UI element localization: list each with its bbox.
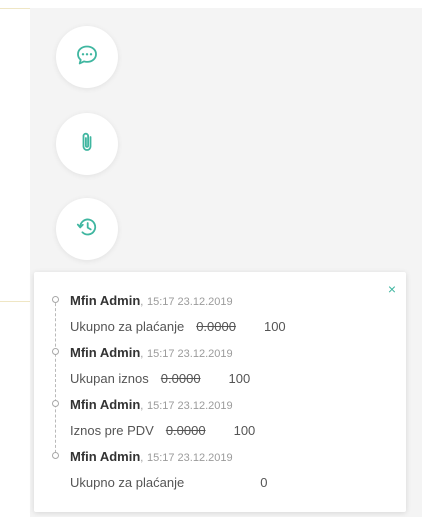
section-divider bbox=[0, 301, 30, 302]
change-row: Ukupno za plaćanje 0 bbox=[70, 474, 267, 492]
timestamp: 15:17 23.12.2019 bbox=[146, 400, 233, 412]
paperclip-icon bbox=[74, 129, 100, 160]
close-icon[interactable]: × bbox=[388, 282, 396, 296]
attachments-button[interactable] bbox=[56, 113, 118, 175]
entry-header: Mfin Admin, 15:17 23.12.2019 bbox=[70, 448, 267, 466]
history-button[interactable] bbox=[56, 198, 118, 260]
timestamp: 15:17 23.12.2019 bbox=[146, 348, 233, 360]
timeline-dot bbox=[52, 348, 59, 355]
change-row: Iznos pre PDV 0.0000 100 bbox=[70, 422, 255, 440]
history-entry: Mfin Admin, 15:17 23.12.2019 Ukupan izno… bbox=[52, 344, 250, 388]
entry-header: Mfin Admin, 15:17 23.12.2019 bbox=[70, 292, 286, 310]
history-entry: Mfin Admin, 15:17 23.12.2019 Ukupno za p… bbox=[52, 292, 286, 336]
timeline-dot bbox=[52, 452, 59, 459]
comma: , bbox=[140, 348, 144, 360]
history-entry: Mfin Admin, 15:17 23.12.2019 Iznos pre P… bbox=[52, 396, 255, 440]
user-name: Mfin Admin bbox=[70, 345, 141, 360]
old-value: 0.0000 bbox=[165, 423, 206, 438]
history-panel: × Mfin Admin, 15:17 23.12.2019 Ukupno za… bbox=[34, 272, 406, 512]
field-name: Iznos pre PDV bbox=[70, 423, 154, 438]
field-name: Ukupan iznos bbox=[70, 371, 149, 386]
comma: , bbox=[140, 296, 144, 308]
change-row: Ukupno za plaćanje 0.0000 100 bbox=[70, 318, 286, 336]
chat-bubble-icon bbox=[74, 42, 100, 73]
timeline-dot bbox=[52, 296, 59, 303]
entry-header: Mfin Admin, 15:17 23.12.2019 bbox=[70, 344, 250, 362]
comma: , bbox=[140, 400, 144, 412]
history-icon bbox=[74, 214, 100, 245]
timeline-dot bbox=[52, 400, 59, 407]
change-row: Ukupan iznos 0.0000 100 bbox=[70, 370, 250, 388]
new-value: 100 bbox=[228, 371, 251, 386]
entry-header: Mfin Admin, 15:17 23.12.2019 bbox=[70, 396, 255, 414]
new-value: 100 bbox=[263, 319, 286, 334]
timestamp: 15:17 23.12.2019 bbox=[146, 296, 233, 308]
user-name: Mfin Admin bbox=[70, 397, 141, 412]
user-name: Mfin Admin bbox=[70, 293, 141, 308]
history-entry: Mfin Admin, 15:17 23.12.2019 Ukupno za p… bbox=[52, 448, 267, 492]
user-name: Mfin Admin bbox=[70, 449, 141, 464]
timeline-line bbox=[55, 298, 56, 458]
field-name: Ukupno za plaćanje bbox=[70, 475, 185, 490]
new-value: 100 bbox=[233, 423, 256, 438]
old-value: 0.0000 bbox=[160, 371, 201, 386]
new-value: 0 bbox=[260, 475, 268, 490]
timestamp: 15:17 23.12.2019 bbox=[146, 452, 233, 464]
field-name: Ukupno za plaćanje bbox=[70, 319, 185, 334]
comma: , bbox=[140, 452, 144, 464]
comments-button[interactable] bbox=[56, 26, 118, 88]
old-value: 0.0000 bbox=[196, 319, 236, 334]
top-divider bbox=[0, 8, 30, 9]
